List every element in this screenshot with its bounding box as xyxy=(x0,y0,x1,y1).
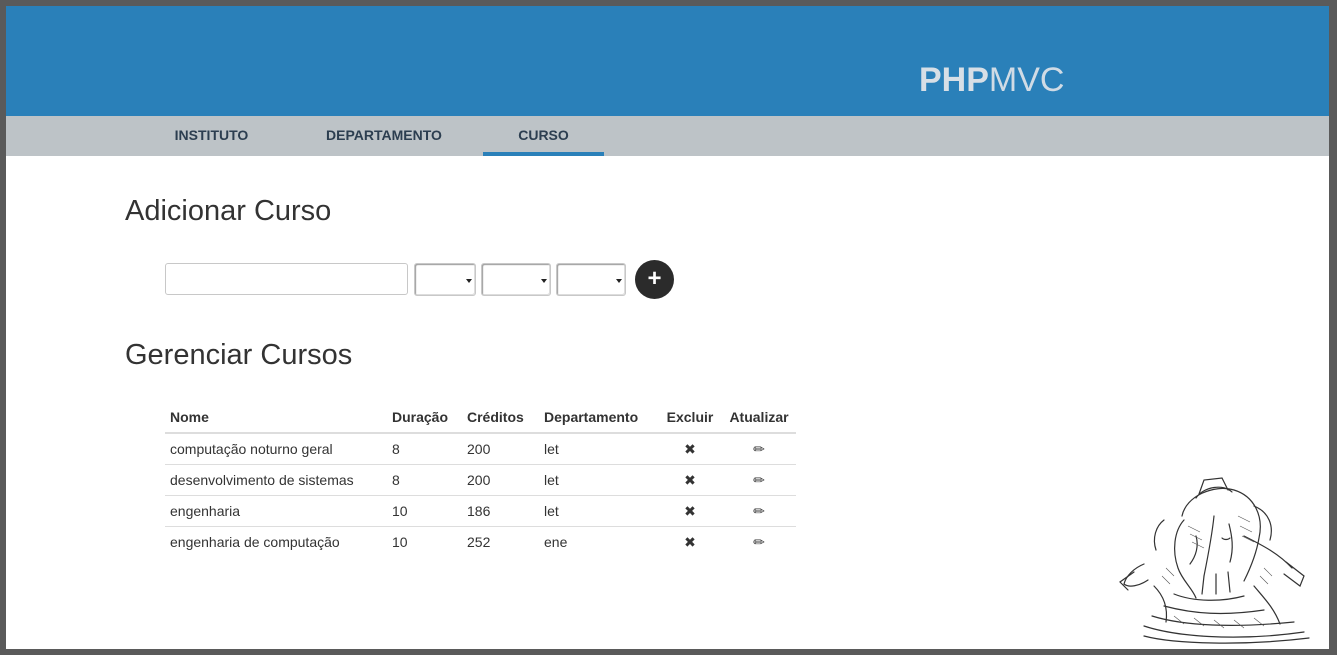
edit-icon[interactable]: ✏ xyxy=(753,441,765,458)
cell-departamento: let xyxy=(539,495,658,527)
cell-atualizar: ✏ xyxy=(722,495,796,527)
edit-icon[interactable]: ✏ xyxy=(753,534,765,551)
cell-nome: desenvolvimento de sistemas xyxy=(165,464,387,496)
app-window: PHPMVC INSTITUTO DEPARTAMENTO CURSO Adic… xyxy=(6,6,1329,649)
col-header-atualizar: Atualizar xyxy=(722,402,796,434)
cell-excluir: ✖ xyxy=(658,495,722,527)
cell-atualizar: ✏ xyxy=(722,526,796,557)
cell-excluir: ✖ xyxy=(658,526,722,557)
edit-icon[interactable]: ✏ xyxy=(753,503,765,520)
courses-table: Nome Duração Créditos Departamento Exclu… xyxy=(165,402,796,557)
cell-nome: engenharia xyxy=(165,495,387,527)
chevron-down-icon xyxy=(616,279,622,283)
nav-item-instituto[interactable]: INSTITUTO xyxy=(158,116,265,156)
col-header-excluir: Excluir xyxy=(658,402,722,434)
table-row: engenharia de computação 10 252 ene ✖ ✏ xyxy=(165,526,796,557)
chevron-down-icon xyxy=(541,279,547,283)
col-header-departamento: Departamento xyxy=(539,402,658,434)
col-header-duracao: Duração xyxy=(387,402,462,434)
col-header-nome: Nome xyxy=(165,402,387,434)
cell-departamento: let xyxy=(539,464,658,496)
cell-creditos: 252 xyxy=(462,526,539,557)
col-header-creditos: Créditos xyxy=(462,402,539,434)
cell-duracao: 8 xyxy=(387,464,462,496)
cell-excluir: ✖ xyxy=(658,432,722,465)
add-course-button[interactable]: + xyxy=(635,260,674,299)
cell-creditos: 186 xyxy=(462,495,539,527)
navbar: INSTITUTO DEPARTAMENTO CURSO xyxy=(6,116,1329,156)
elephant-mascot-illustration xyxy=(1119,477,1310,644)
brand-light: MVC xyxy=(988,61,1065,99)
cell-departamento: let xyxy=(539,432,658,465)
cell-duracao: 8 xyxy=(387,432,462,465)
cell-nome: computação noturno geral xyxy=(165,432,387,465)
table-row: desenvolvimento de sistemas 8 200 let ✖ … xyxy=(165,464,796,496)
course-name-input[interactable] xyxy=(165,263,408,295)
cell-atualizar: ✏ xyxy=(722,432,796,465)
edit-icon[interactable]: ✏ xyxy=(753,472,765,489)
brand-logo[interactable]: PHPMVC xyxy=(919,61,1064,100)
cell-creditos: 200 xyxy=(462,464,539,496)
cell-excluir: ✖ xyxy=(658,464,722,496)
delete-icon[interactable]: ✖ xyxy=(684,441,696,458)
add-course-title: Adicionar Curso xyxy=(125,195,332,227)
table-header-row: Nome Duração Créditos Departamento Exclu… xyxy=(165,402,796,434)
delete-icon[interactable]: ✖ xyxy=(684,534,696,551)
table-row: engenharia 10 186 let ✖ ✏ xyxy=(165,495,796,527)
delete-icon[interactable]: ✖ xyxy=(684,472,696,489)
table-row: computação noturno geral 8 200 let ✖ ✏ xyxy=(165,432,796,465)
plus-icon: + xyxy=(647,265,662,292)
manage-courses-title: Gerenciar Cursos xyxy=(125,339,353,371)
department-select[interactable] xyxy=(556,263,626,296)
chevron-down-icon xyxy=(466,279,472,283)
duration-select[interactable] xyxy=(414,263,476,296)
brand-bold: PHP xyxy=(919,61,989,99)
cell-departamento: ene xyxy=(539,526,658,557)
delete-icon[interactable]: ✖ xyxy=(684,503,696,520)
header-banner: PHPMVC xyxy=(6,6,1329,116)
cell-nome: engenharia de computação xyxy=(165,526,387,557)
nav-item-curso[interactable]: CURSO xyxy=(483,116,604,156)
credits-select[interactable] xyxy=(481,263,551,296)
cell-creditos: 200 xyxy=(462,432,539,465)
cell-atualizar: ✏ xyxy=(722,464,796,496)
cell-duracao: 10 xyxy=(387,495,462,527)
nav-item-departamento[interactable]: DEPARTAMENTO xyxy=(309,116,459,156)
cell-duracao: 10 xyxy=(387,526,462,557)
